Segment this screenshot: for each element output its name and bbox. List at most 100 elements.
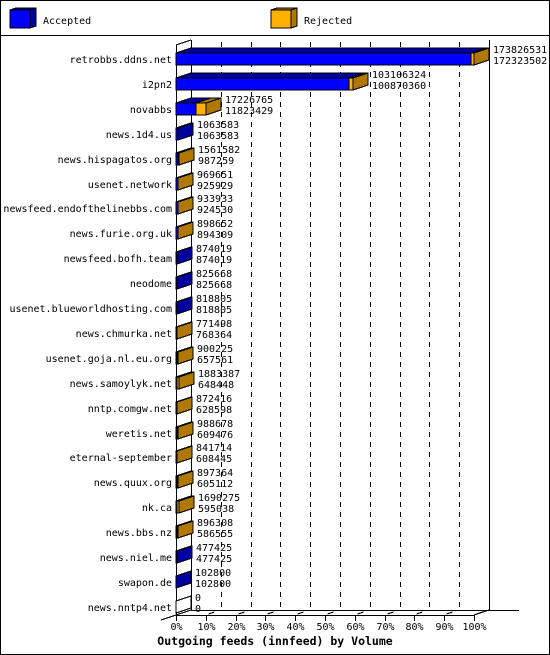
bar-side-face <box>175 570 192 589</box>
bar-side-face <box>177 421 194 440</box>
bar-group <box>175 296 193 315</box>
floor-grid-mark <box>357 611 364 615</box>
value-label-accepted: 11823429 <box>225 106 273 117</box>
floor-grid-mark <box>416 611 423 615</box>
category-label: news.samoylyk.net <box>70 379 172 390</box>
x-tick-label: 100% <box>462 622 486 633</box>
bar-side-face <box>176 396 193 415</box>
category-label: usenet.network <box>88 180 172 191</box>
bar-group <box>175 72 369 91</box>
legend-cube-front <box>9 9 31 29</box>
value-label-rejected: 102800 <box>195 568 231 579</box>
value-label-accepted: 924530 <box>197 205 233 216</box>
category-label: swapon.de <box>118 578 172 589</box>
value-label-accepted: 1063583 <box>197 131 239 142</box>
bar-accepted-top <box>175 47 487 54</box>
bar-side-face <box>177 122 194 141</box>
value-label-rejected: 1690275 <box>198 493 240 504</box>
bar-group <box>175 172 194 191</box>
bar-side-face <box>177 520 194 539</box>
bar-group <box>175 97 222 116</box>
value-label-rejected: 897364 <box>197 468 233 479</box>
chart-border <box>0 0 550 655</box>
value-label-accepted: 102800 <box>195 579 231 590</box>
category-label: news.furie.org.uk <box>70 229 172 240</box>
bar-group <box>175 421 194 440</box>
floor-grid-mark <box>238 611 245 615</box>
legend-label-accepted: Accepted <box>43 16 91 27</box>
category-label: news.nntp4.net <box>88 603 172 614</box>
bar-side-face <box>177 196 194 215</box>
bar-side-face <box>176 296 193 315</box>
x-tick-label: 90% <box>435 622 453 633</box>
x-tick-label: 80% <box>405 622 423 633</box>
x-tick-label: 20% <box>227 622 245 633</box>
category-label: news.hispagatos.org <box>58 155 172 166</box>
value-label-rejected: 0 <box>195 593 201 604</box>
value-label-rejected: 1883387 <box>198 369 240 380</box>
value-label-accepted: 987259 <box>198 156 234 167</box>
floor-grid-mark <box>267 611 274 615</box>
value-label-accepted: 586555 <box>197 529 233 540</box>
value-label-rejected: 898652 <box>197 219 233 230</box>
value-label-rejected: 818805 <box>196 294 232 305</box>
x-tick-label: 0% <box>170 622 182 633</box>
bar-group <box>175 396 193 415</box>
bar-accepted <box>175 52 472 66</box>
value-label-rejected: 103106324 <box>372 70 426 81</box>
value-label-accepted: 0 <box>195 604 201 615</box>
category-label: novabbs <box>130 105 172 116</box>
legend-label-rejected: Rejected <box>304 16 352 27</box>
value-label-rejected: 477425 <box>196 543 232 554</box>
value-label-rejected: 988678 <box>197 419 233 430</box>
legend-cube-side <box>29 7 37 29</box>
category-label: nk.ca <box>142 503 172 514</box>
bar-side-face <box>176 545 193 564</box>
bar-group <box>175 445 193 464</box>
bar-side-face <box>177 221 194 240</box>
value-label-rejected: 771498 <box>196 319 232 330</box>
bar-group <box>175 321 193 340</box>
bar-group <box>175 470 194 489</box>
bar-side-face <box>177 470 194 489</box>
value-label-accepted: 100870360 <box>372 81 426 92</box>
value-label-rejected: 1561582 <box>198 145 240 156</box>
value-label-rejected: 17226765 <box>225 95 273 106</box>
value-label-accepted: 608445 <box>196 454 232 465</box>
floor-grid-mark <box>327 611 334 615</box>
value-label-rejected: 841714 <box>196 443 232 454</box>
innfeed-volume-chart: Accepted Rejected retrobbs.ddns.net 17382… <box>0 0 550 655</box>
bar-side-face <box>176 246 193 265</box>
value-label-accepted: 595038 <box>198 504 234 515</box>
bar-side-face <box>177 346 194 365</box>
floor-grid-mark <box>387 611 394 615</box>
chart-title: Outgoing feeds (innfeed) by Volume <box>157 634 392 648</box>
legend-swatch-accepted <box>9 7 37 29</box>
floor-grid-mark <box>476 611 483 615</box>
category-label: neodome <box>130 279 172 290</box>
x-tick-label: 40% <box>286 622 304 633</box>
x-tick-label: 10% <box>197 622 215 633</box>
bar-group <box>175 47 490 66</box>
value-label-accepted: 609476 <box>197 430 233 441</box>
value-label-accepted: 477425 <box>196 554 232 565</box>
category-label: usenet.goja.nl.eu.org <box>46 354 172 365</box>
value-label-accepted: 605112 <box>197 479 233 490</box>
value-label-accepted: 818805 <box>196 305 232 316</box>
x-tick-label: 50% <box>316 622 334 633</box>
x-tick-label: 60% <box>346 622 364 633</box>
value-label-rejected: 969651 <box>197 170 233 181</box>
value-label-rejected: 825668 <box>196 269 232 280</box>
value-label-accepted: 172323502 <box>493 56 547 67</box>
bar-group <box>175 346 194 365</box>
bar-group <box>175 246 193 265</box>
category-label: usenet.blueworldhosting.com <box>9 304 172 315</box>
bar-group <box>175 545 193 564</box>
category-label: retrobbs.ddns.net <box>70 55 172 66</box>
value-label-accepted: 874019 <box>196 255 232 266</box>
category-label: news.1d4.us <box>106 130 172 141</box>
bar-group <box>175 271 193 290</box>
value-label-rejected: 933933 <box>197 194 233 205</box>
floor-grid-mark <box>446 611 453 615</box>
x-tick-label: 70% <box>376 622 394 633</box>
